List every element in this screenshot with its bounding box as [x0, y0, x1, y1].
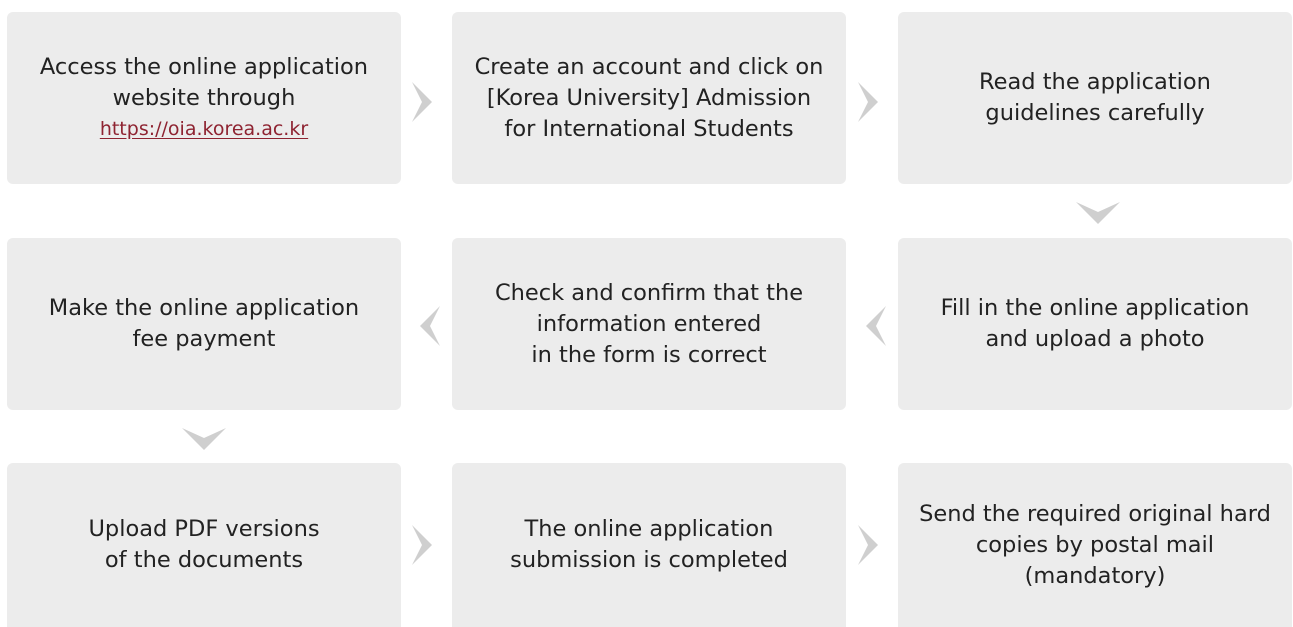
step-2-box: Create an account and click on [Korea Un…	[452, 12, 846, 184]
oia-website-link[interactable]: https://oia.korea.ac.kr	[100, 114, 308, 144]
step-5-text-line-3: in the form is correct	[531, 341, 767, 368]
step-3-text-line-2: guidelines carefully	[985, 100, 1205, 126]
step-9-text-line-2: copies by postal mail	[975, 531, 1215, 558]
chevron-right-icon	[408, 523, 442, 567]
step-3-text-line-1: Read the application	[979, 69, 1211, 95]
step-5-text-line-1: Check and confirm that the	[494, 279, 804, 306]
step-7-text-line-1: Upload PDF versions	[88, 516, 320, 542]
chevron-left-icon	[412, 304, 446, 348]
step-6-text-line-1: Make the online application	[48, 295, 360, 321]
step-6-text-line-2: fee payment	[132, 326, 276, 352]
chevron-down-icon	[1074, 196, 1122, 230]
step-2-text-line-3: for International Students	[504, 115, 794, 142]
step-1-text-line-1: Access the online application	[39, 54, 369, 80]
step-7-text-line-2: of the documents	[104, 547, 304, 573]
step-8-text-line-2: submission is completed	[510, 547, 788, 573]
chevron-left-icon	[858, 304, 892, 348]
chevron-right-icon	[408, 80, 442, 124]
chevron-right-icon	[854, 523, 888, 567]
step-8-text-line-1: The online application	[524, 516, 774, 542]
step-8-box: The online application submission is com…	[452, 463, 846, 627]
step-9-box: Send the required original hard copies b…	[898, 463, 1292, 627]
step-1-text-line-2: website through	[112, 85, 296, 111]
chevron-right-icon	[854, 80, 888, 124]
step-2-text-line-1: Create an account and click on	[474, 53, 824, 80]
step-5-box: Check and confirm that the information e…	[452, 238, 846, 410]
step-1-box: Access the online application website th…	[7, 12, 401, 184]
step-4-box: Fill in the online application and uploa…	[898, 238, 1292, 410]
step-4-text-line-1: Fill in the online application	[940, 295, 1250, 321]
step-7-box: Upload PDF versions of the documents	[7, 463, 401, 627]
step-9-text-line-3: (mandatory)	[1024, 562, 1166, 589]
step-4-text-line-2: and upload a photo	[985, 326, 1205, 352]
step-3-box: Read the application guidelines carefull…	[898, 12, 1292, 184]
step-2-text-line-2: [Korea University] Admission	[486, 84, 812, 111]
step-5-text-line-2: information entered	[536, 310, 762, 337]
step-9-text-line-1: Send the required original hard	[919, 500, 1271, 527]
chevron-down-icon	[180, 422, 228, 456]
step-6-box: Make the online application fee payment	[7, 238, 401, 410]
